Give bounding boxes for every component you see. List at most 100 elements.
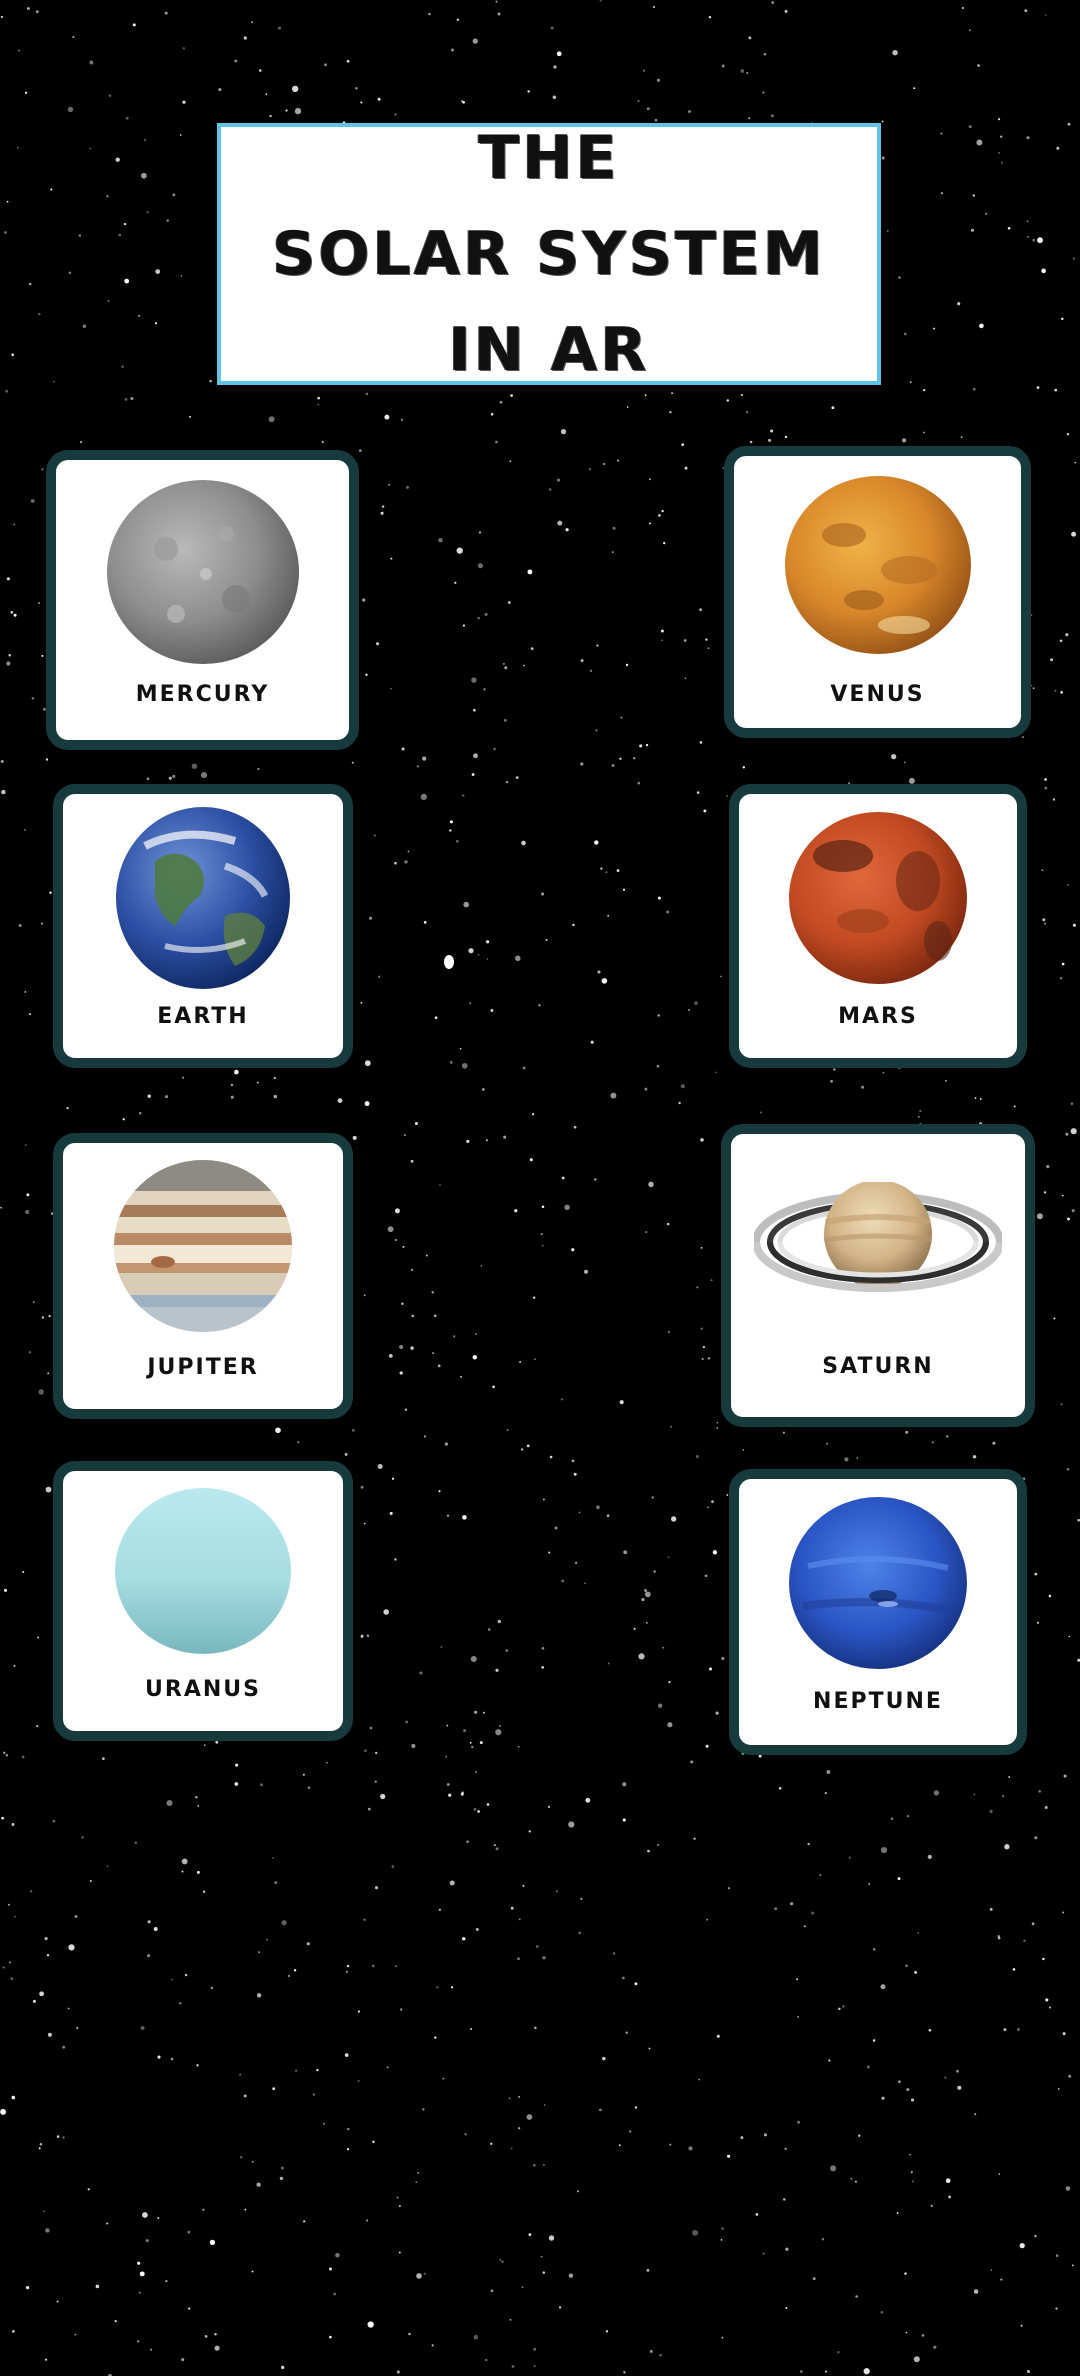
star xyxy=(678,1101,681,1105)
star xyxy=(425,1254,428,1257)
star xyxy=(1057,2088,1060,2090)
star xyxy=(612,526,616,530)
star xyxy=(658,1703,663,1708)
star xyxy=(610,1092,617,1099)
star xyxy=(940,132,943,135)
star xyxy=(345,1970,348,1973)
star xyxy=(588,468,592,471)
star xyxy=(381,505,385,508)
planet-card-saturn[interactable]: SATURN xyxy=(721,1124,1035,1427)
star xyxy=(171,1978,173,1981)
planet-card-neptune[interactable]: NEPTUNE xyxy=(729,1469,1027,1755)
star xyxy=(367,2321,374,2328)
star xyxy=(462,794,465,797)
star xyxy=(970,228,974,232)
star xyxy=(78,234,82,237)
star xyxy=(402,1245,405,1248)
star xyxy=(977,64,980,67)
star xyxy=(150,2348,153,2351)
star xyxy=(521,2286,524,2288)
star xyxy=(507,601,511,604)
star xyxy=(590,1040,594,1044)
star xyxy=(461,1062,468,1069)
star xyxy=(462,624,465,627)
planet-card-venus[interactable]: VENUS xyxy=(724,446,1031,738)
star xyxy=(708,15,712,19)
star xyxy=(898,276,901,279)
star xyxy=(880,2311,884,2314)
star xyxy=(797,2120,801,2124)
star xyxy=(509,2318,512,2321)
star xyxy=(389,1511,393,1515)
star xyxy=(470,1656,477,1662)
star xyxy=(423,1435,426,1438)
star xyxy=(518,1918,521,1921)
star xyxy=(1024,9,1028,13)
star xyxy=(533,1296,536,1299)
star xyxy=(997,1935,1000,1938)
star xyxy=(742,766,745,769)
planet-card-mars[interactable]: MARS xyxy=(729,784,1027,1068)
star xyxy=(146,777,150,781)
star xyxy=(363,1294,366,1297)
star xyxy=(910,2171,913,2174)
star xyxy=(114,2320,117,2323)
star xyxy=(302,1773,305,1776)
star xyxy=(8,653,11,657)
star xyxy=(909,2153,911,2156)
star xyxy=(377,97,381,101)
star xyxy=(626,406,629,408)
star xyxy=(1000,135,1003,138)
star xyxy=(979,1097,982,1100)
planet-label-uranus: URANUS xyxy=(145,1677,261,1702)
star xyxy=(230,1083,234,1087)
star xyxy=(154,322,158,325)
star xyxy=(768,438,772,442)
planet-card-earth[interactable]: EARTH xyxy=(53,784,353,1068)
star xyxy=(41,922,43,925)
star xyxy=(648,1181,654,1188)
star xyxy=(1044,14,1047,16)
star xyxy=(1044,778,1047,781)
star xyxy=(578,1931,582,1935)
star xyxy=(638,1653,645,1660)
title-banner: THE SOLAR SYSTEM IN AR xyxy=(217,123,881,385)
star xyxy=(472,38,478,44)
star xyxy=(373,834,376,837)
star xyxy=(179,134,182,136)
star xyxy=(944,2076,947,2079)
star xyxy=(599,0,602,2)
star xyxy=(23,828,27,831)
star xyxy=(41,468,44,471)
star xyxy=(897,1877,901,1881)
star xyxy=(463,901,470,908)
star xyxy=(490,2289,494,2293)
star xyxy=(703,809,707,813)
star xyxy=(660,629,664,633)
star xyxy=(18,924,22,927)
planet-card-jupiter[interactable]: JUPITER xyxy=(53,1133,353,1419)
star xyxy=(32,1301,35,1304)
star xyxy=(490,413,494,416)
planet-card-mercury[interactable]: MERCURY xyxy=(46,450,359,750)
star xyxy=(486,940,490,944)
star xyxy=(979,323,984,329)
star xyxy=(557,520,563,526)
star xyxy=(493,1844,496,1847)
star xyxy=(1026,2369,1031,2374)
star xyxy=(89,1879,92,1883)
star xyxy=(616,869,620,872)
star xyxy=(38,602,40,604)
star xyxy=(13,523,16,526)
star xyxy=(335,2252,340,2258)
star xyxy=(360,101,363,104)
planet-card-uranus[interactable]: URANUS xyxy=(53,1461,353,1741)
star xyxy=(1044,922,1046,925)
star xyxy=(1065,2186,1071,2191)
star xyxy=(449,1060,453,1064)
star xyxy=(669,411,672,414)
star xyxy=(758,1754,762,1758)
star xyxy=(256,2182,261,2187)
title-line-2: SOLAR SYSTEM xyxy=(272,219,826,289)
star xyxy=(1026,136,1030,140)
